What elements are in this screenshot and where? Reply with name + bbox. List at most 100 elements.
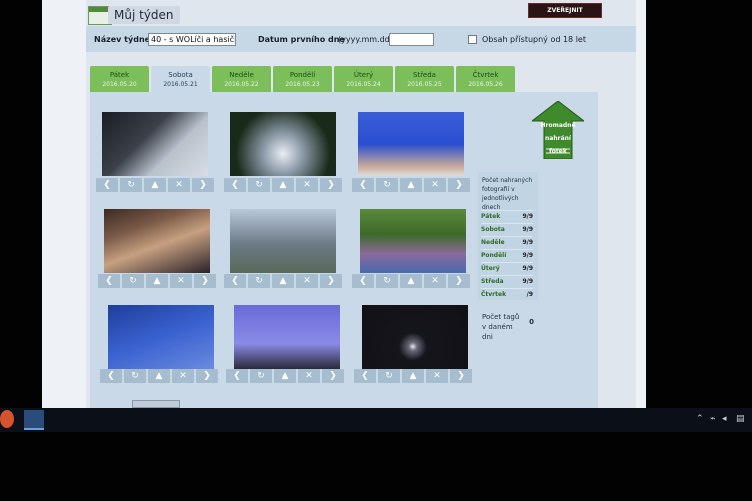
tab-label: Neděle [229, 71, 254, 79]
delete-button[interactable]: ✕ [424, 274, 446, 288]
uploaded-count-title: Počet nahraných fotografií v jednotlivýc… [482, 177, 533, 211]
move-left-button[interactable]: ❮ [96, 178, 118, 192]
move-right-button[interactable]: ❯ [320, 274, 342, 288]
move-left-button[interactable]: ❮ [352, 178, 374, 192]
move-up-button[interactable]: ▲ [146, 274, 168, 288]
photo-thumbnail[interactable] [234, 305, 340, 369]
move-up-button[interactable]: ▲ [274, 369, 296, 383]
photo-thumbnail[interactable] [362, 305, 468, 369]
move-left-button[interactable]: ❮ [224, 274, 246, 288]
uploaded-count-panel: Počet nahraných fotografií v jednotlivýc… [478, 172, 538, 300]
tab-date: 2016.05.25 [407, 81, 442, 88]
volume-icon[interactable]: ◂ [722, 414, 727, 424]
delete-button[interactable]: ✕ [298, 369, 320, 383]
move-left-button[interactable]: ❮ [100, 369, 122, 383]
move-up-button[interactable]: ▲ [402, 369, 424, 383]
move-left-button[interactable]: ❮ [98, 274, 120, 288]
rotate-button[interactable]: ↻ [376, 178, 398, 192]
move-left-button[interactable]: ❮ [226, 369, 248, 383]
tab-label: Středa [413, 71, 436, 79]
count-row: Pondělí 9/9 [481, 249, 533, 263]
bulk-upload-button[interactable]: Hromadné nahrání fotek [538, 119, 578, 158]
move-right-button[interactable]: ❯ [448, 178, 470, 192]
photo-controls: ❮ ↻ ▲ ✕ ❯ [352, 178, 472, 192]
move-up-button[interactable]: ▲ [148, 369, 170, 383]
move-left-button[interactable]: ❮ [224, 178, 246, 192]
photo-thumbnail[interactable] [102, 112, 208, 176]
move-right-button[interactable]: ❯ [320, 178, 342, 192]
move-left-button[interactable]: ❮ [354, 369, 376, 383]
move-up-button[interactable]: ▲ [144, 178, 166, 192]
tab-date: 2016.05.22 [224, 81, 259, 88]
bulk-upload-label: nahrání [545, 135, 571, 142]
tab-label: Pondělí [289, 71, 316, 79]
count-day: Čtvrtek [481, 291, 507, 298]
rotate-button[interactable]: ↻ [376, 274, 398, 288]
move-right-button[interactable]: ❯ [450, 369, 472, 383]
count-day: Sobota [481, 226, 505, 233]
photo-thumbnail[interactable] [360, 209, 466, 273]
tab-ctvrtek[interactable]: Čtvrtek 2016.05.26 [456, 66, 515, 92]
delete-button[interactable]: ✕ [426, 369, 448, 383]
rotate-button[interactable]: ↻ [122, 274, 144, 288]
tag-count-value: 0 [529, 318, 534, 326]
move-left-button[interactable]: ❮ [352, 274, 374, 288]
move-right-button[interactable]: ❯ [196, 369, 218, 383]
rotate-button[interactable]: ↻ [250, 369, 272, 383]
count-day: Středa [481, 278, 504, 285]
bulk-upload-label: fotek [549, 148, 567, 155]
rotate-button[interactable]: ↻ [124, 369, 146, 383]
move-up-button[interactable]: ▲ [400, 274, 422, 288]
adult-content-label: Obsah přístupný od 18 let [482, 35, 586, 44]
bottom-input[interactable] [132, 400, 180, 408]
tab-nedele[interactable]: Neděle 2016.05.22 [212, 66, 271, 92]
photo-controls: ❮ ↻ ▲ ✕ ❯ [224, 178, 344, 192]
move-up-button[interactable]: ▲ [272, 274, 294, 288]
first-day-input[interactable] [389, 33, 434, 46]
app-taskbar-icon[interactable] [24, 410, 44, 430]
tab-label: Úterý [353, 71, 374, 79]
photo-thumbnail[interactable] [230, 112, 336, 176]
page-title: Můj týden [108, 6, 180, 24]
move-up-button[interactable]: ▲ [400, 178, 422, 192]
move-right-button[interactable]: ❯ [192, 178, 214, 192]
delete-button[interactable]: ✕ [170, 274, 192, 288]
count-row: Středa 9/9 [481, 275, 533, 289]
publish-button[interactable]: ZVEŘEJNIT [528, 3, 602, 18]
tab-sobota[interactable]: Sobota 2016.05.21 [151, 66, 210, 92]
photo-thumbnail[interactable] [108, 305, 214, 369]
delete-button[interactable]: ✕ [168, 178, 190, 192]
photo-thumbnail[interactable] [358, 112, 464, 176]
adult-content-checkbox[interactable] [468, 35, 477, 44]
count-day: Pátek [481, 213, 501, 220]
photo-thumbnail[interactable] [230, 209, 336, 273]
week-name-input[interactable]: 40 - s WOLíči a hasiči ze [148, 33, 236, 46]
delete-button[interactable]: ✕ [424, 178, 446, 192]
browser-taskbar-icon[interactable] [0, 410, 14, 428]
first-day-label: Datum prvního dne [258, 35, 345, 44]
chevron-up-icon[interactable]: ⌃ [696, 414, 704, 424]
delete-button[interactable]: ✕ [296, 178, 318, 192]
rotate-button[interactable]: ↻ [378, 369, 400, 383]
tab-streda[interactable]: Středa 2016.05.25 [395, 66, 454, 92]
rotate-button[interactable]: ↻ [248, 178, 270, 192]
notification-icon[interactable]: ▤ [736, 414, 745, 424]
photo-thumbnail[interactable] [104, 209, 210, 273]
move-right-button[interactable]: ❯ [322, 369, 344, 383]
tab-pondeli[interactable]: Pondělí 2016.05.23 [273, 66, 332, 92]
tab-patek[interactable]: Pátek 2016.05.20 [90, 66, 149, 92]
network-icon[interactable]: ⌁ [710, 414, 715, 424]
count-value: 9/9 [522, 213, 533, 220]
move-up-button[interactable]: ▲ [272, 178, 294, 192]
week-form-bar: Název týdne: 40 - s WOLíči a hasiči ze D… [86, 26, 636, 52]
count-value: /9 [526, 291, 533, 298]
bulk-upload-label: Hromadné [540, 122, 576, 129]
rotate-button[interactable]: ↻ [120, 178, 142, 192]
delete-button[interactable]: ✕ [172, 369, 194, 383]
tab-utery[interactable]: Úterý 2016.05.24 [334, 66, 393, 92]
move-right-button[interactable]: ❯ [194, 274, 216, 288]
delete-button[interactable]: ✕ [296, 274, 318, 288]
rotate-button[interactable]: ↻ [248, 274, 270, 288]
move-right-button[interactable]: ❯ [448, 274, 470, 288]
count-row: Neděle 9/9 [481, 236, 533, 250]
